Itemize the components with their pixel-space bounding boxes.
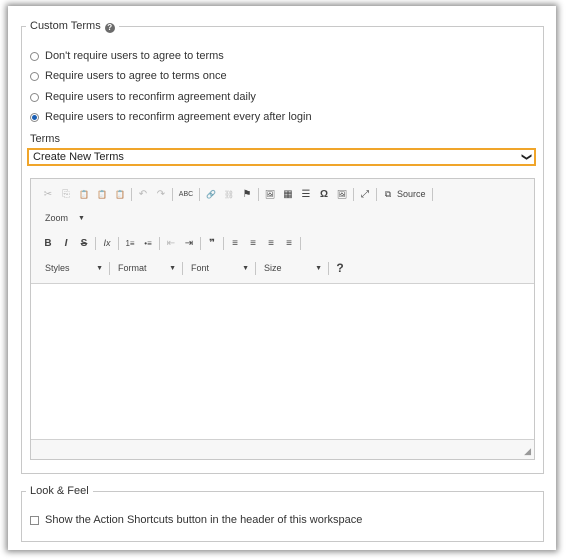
align-center-icon[interactable]: ≡ [244,238,262,249]
toolbar-separator [376,187,377,201]
toolbar-separator [172,187,173,201]
toolbar-row-1: ✂ ⎘ 📋 📋 📋 ↶ ↷ ABC 🔗 ⛓ ⚑ 🖼 ▦ ☰ Ω 🖼 ⤢ ⧉ So… [39,185,435,203]
chevron-down-icon: ❯ [520,152,532,162]
chevron-down-icon: ▼ [96,264,103,272]
paste-text-icon[interactable]: 📋 [93,190,111,199]
font-label: Font [191,263,210,273]
action-shortcuts-option[interactable]: Show the Action Shortcuts button in the … [30,514,362,526]
format-dropdown[interactable]: Format ▼ [112,263,180,273]
styles-dropdown[interactable]: Styles ▼ [39,263,107,273]
toolbar-separator [118,236,119,250]
radio-label: Require users to reconfirm agreement dai… [45,91,256,103]
numbered-list-icon[interactable]: 1≡ [121,239,139,248]
radio-label: Don't require users to agree to terms [45,50,224,62]
toolbar-separator [95,236,96,250]
size-dropdown[interactable]: Size ▼ [258,263,326,273]
toolbar-separator [159,236,160,250]
paste-word-icon[interactable]: 📋 [111,190,129,199]
action-shortcuts-label: Show the Action Shortcuts button in the … [45,514,363,526]
source-button[interactable]: Source [397,189,426,199]
editor-content-area[interactable] [31,284,534,436]
chevron-down-icon: ▼ [169,264,176,272]
special-char-icon[interactable]: Ω [315,189,333,200]
anchor-flag-icon[interactable]: ⚑ [238,189,256,200]
terms-select-value: Create New Terms [33,151,124,163]
undo-icon[interactable]: ↶ [134,189,152,200]
toolbar-separator [109,261,110,275]
paste-icon[interactable]: 📋 [75,190,93,199]
toolbar-separator [131,187,132,201]
source-icon[interactable]: ⧉ [379,189,397,200]
action-shortcuts-checkbox[interactable] [30,515,39,525]
link-icon[interactable]: 🔗 [202,190,220,199]
redo-icon[interactable]: ↷ [152,189,170,200]
radio-option-reconfirm-daily[interactable]: Require users to reconfirm agreement dai… [30,91,256,103]
bold-button[interactable]: B [39,238,57,249]
toolbar-row-4: Styles ▼ Format ▼ Font ▼ Size ▼ ? [39,259,349,277]
table-icon[interactable]: ▦ [279,189,297,200]
radio-button[interactable] [30,51,39,61]
radio-label: Require users to agree to terms once [45,70,227,82]
styles-label: Styles [45,263,70,273]
editor-toolbar: ✂ ⎘ 📋 📋 📋 ↶ ↷ ABC 🔗 ⛓ ⚑ 🖼 ▦ ☰ Ω 🖼 ⤢ ⧉ So… [31,179,534,284]
custom-terms-title: Custom Terms [30,20,101,32]
help-icon[interactable]: ? [331,261,349,275]
remove-format-button[interactable]: Ix [98,238,116,248]
insert-image-icon[interactable]: 🖼 [333,190,351,199]
help-icon[interactable]: ? [104,23,115,33]
terms-label: Terms [30,133,60,145]
toolbar-separator [300,236,301,250]
outdent-icon[interactable]: ⇤ [162,238,180,249]
zoom-dropdown[interactable]: Zoom ▼ [39,213,85,223]
look-and-feel-legend: Look & Feel [30,485,89,497]
indent-icon[interactable]: ⇥ [180,238,198,249]
chevron-down-icon: ▼ [315,264,322,272]
italic-button[interactable]: I [57,238,75,249]
settings-panel: Custom Terms? Don't require users to agr… [8,6,556,550]
chevron-down-icon: ▼ [242,264,249,272]
horizontal-line-icon[interactable]: ☰ [297,189,315,200]
align-right-icon[interactable]: ≡ [262,238,280,249]
toolbar-separator [199,187,200,201]
radio-option-reconfirm-login[interactable]: Require users to reconfirm agreement eve… [30,111,312,123]
radio-button-selected[interactable] [30,112,39,122]
editor-statusbar: ◢ [31,439,534,459]
toolbar-separator [223,236,224,250]
radio-button[interactable] [30,92,39,102]
spellcheck-icon[interactable]: ABC [175,191,197,198]
cut-icon[interactable]: ✂ [39,189,57,200]
align-justify-icon[interactable]: ≡ [280,238,298,249]
radio-option-no-terms[interactable]: Don't require users to agree to terms [30,50,224,62]
font-dropdown[interactable]: Font ▼ [185,263,253,273]
toolbar-separator [255,261,256,275]
unlink-icon[interactable]: ⛓ [220,190,238,199]
toolbar-separator [353,187,354,201]
resize-handle-icon[interactable]: ◢ [524,446,531,457]
radio-label: Require users to reconfirm agreement eve… [45,111,312,123]
toolbar-separator [200,236,201,250]
zoom-label: Zoom [45,213,69,223]
toolbar-row-2: Zoom ▼ [39,209,85,227]
format-label: Format [118,263,147,273]
rich-text-editor: ✂ ⎘ 📋 📋 📋 ↶ ↷ ABC 🔗 ⛓ ⚑ 🖼 ▦ ☰ Ω 🖼 ⤢ ⧉ So… [30,178,535,460]
toolbar-row-3: B I S Ix 1≡ •≡ ⇤ ⇥ ❞ ≡ ≡ ≡ ≡ [39,234,303,252]
size-label: Size [264,263,282,273]
terms-select[interactable]: Create New Terms ❯ [27,148,536,166]
align-left-icon[interactable]: ≡ [226,238,244,249]
strikethrough-button[interactable]: S [75,238,93,249]
bulleted-list-icon[interactable]: •≡ [139,239,157,248]
toolbar-separator [328,261,329,275]
maximize-icon[interactable]: ⤢ [356,189,374,200]
toolbar-separator [182,261,183,275]
custom-terms-legend: Custom Terms? [26,20,119,33]
radio-option-terms-once[interactable]: Require users to agree to terms once [30,70,227,82]
radio-button[interactable] [30,71,39,81]
blockquote-icon[interactable]: ❞ [203,238,221,249]
toolbar-separator [431,187,433,201]
toolbar-separator [258,187,259,201]
chevron-down-icon: ▼ [78,214,85,222]
image-icon[interactable]: 🖼 [261,190,279,199]
copy-icon[interactable]: ⎘ [57,189,75,200]
